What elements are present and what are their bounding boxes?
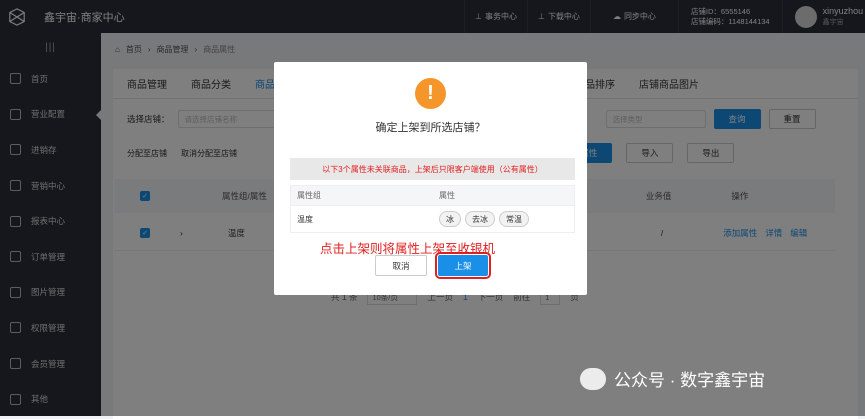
- attribute-table-header: 属性组 属性: [291, 186, 574, 206]
- watermark: 公众号 · 数字鑫宇宙: [580, 366, 765, 391]
- tag-list: 冰 去冰 常温: [439, 211, 574, 227]
- dialog-title: 确定上架到所选店铺？: [375, 122, 486, 134]
- attribute-table-row: 温度 冰 去冰 常温: [291, 206, 574, 232]
- confirm-shelf-button[interactable]: 上架: [435, 252, 491, 279]
- attribute-table: 属性组 属性 温度 冰 去冰 常温: [290, 185, 575, 233]
- attribute-tag: 去冰: [465, 211, 495, 227]
- attribute-tag: 冰: [439, 211, 461, 227]
- group-name: 温度: [297, 214, 313, 224]
- wechat-icon: [580, 367, 606, 390]
- col-group: 属性组: [297, 191, 321, 200]
- watermark-text: 公众号 · 数字鑫宇宙: [614, 371, 766, 390]
- confirm-dialog: ! 确定上架到所选店铺？ 以下3个属性未关联商品，上架后只限客户端使用（公有属性…: [274, 62, 587, 295]
- warning-icon: !: [415, 78, 446, 109]
- attribute-tag: 常温: [499, 211, 529, 227]
- col-attr: 属性: [439, 191, 455, 200]
- cancel-button[interactable]: 取消: [375, 255, 427, 276]
- notice-banner: 以下3个属性未关联商品，上架后只限客户端使用（公有属性）: [290, 158, 575, 180]
